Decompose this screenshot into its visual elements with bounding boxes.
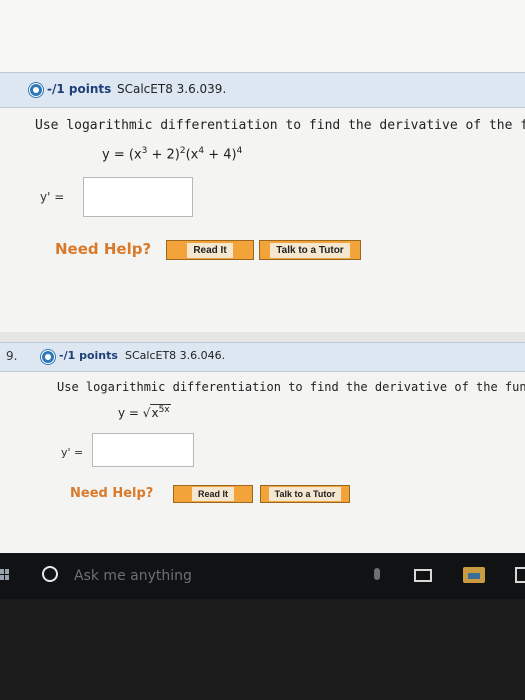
monitor-bezel — [0, 599, 525, 700]
question-source[interactable]: SCalcET8 3.6.046. — [125, 349, 225, 362]
need-help-label: Need Help? — [55, 240, 152, 258]
cortana-icon[interactable] — [42, 566, 58, 582]
question-equation: y = √x5x — [118, 404, 171, 420]
question-status-icon[interactable] — [41, 350, 55, 364]
answer-input[interactable] — [92, 433, 194, 467]
talk-to-tutor-button[interactable]: Talk to a Tutor — [259, 240, 361, 260]
read-it-button[interactable]: Read It — [166, 240, 254, 260]
task-view-icon[interactable] — [414, 569, 432, 582]
answer-input[interactable] — [83, 177, 193, 217]
store-icon[interactable] — [515, 567, 525, 583]
question-header: -/1 points SCalcET8 3.6.039. — [0, 72, 525, 108]
question-source[interactable]: SCalcET8 3.6.039. — [117, 82, 226, 96]
read-it-button[interactable]: Read It — [173, 485, 253, 503]
question-points: -/1 points — [59, 349, 118, 362]
question-instruction: Use logarithmic differentiation to find … — [57, 380, 525, 394]
question-instruction: Use logarithmic differentiation to find … — [35, 118, 525, 133]
question-number: 9. — [6, 349, 18, 363]
answer-label: y' = — [40, 190, 65, 204]
taskbar-search-input[interactable]: Ask me anything — [74, 568, 192, 584]
question-header: 9. -/1 points SCalcET8 3.6.046. — [0, 342, 525, 372]
question-points: -/1 points — [47, 82, 112, 96]
answer-label: y' = — [61, 446, 84, 459]
need-help-label: Need Help? — [70, 486, 154, 501]
file-explorer-icon[interactable] — [463, 567, 485, 583]
question-equation: y = (x3 + 2)2(x4 + 4)4 — [102, 146, 243, 163]
windows-start-icon[interactable] — [0, 569, 10, 581]
talk-to-tutor-button[interactable]: Talk to a Tutor — [260, 485, 350, 503]
question-separator — [0, 332, 525, 342]
microphone-icon[interactable] — [374, 568, 380, 580]
question-status-icon[interactable] — [29, 83, 43, 97]
browser-page: -/1 points SCalcET8 3.6.039. Use logarit… — [0, 0, 525, 553]
page-top-blank — [0, 0, 525, 72]
